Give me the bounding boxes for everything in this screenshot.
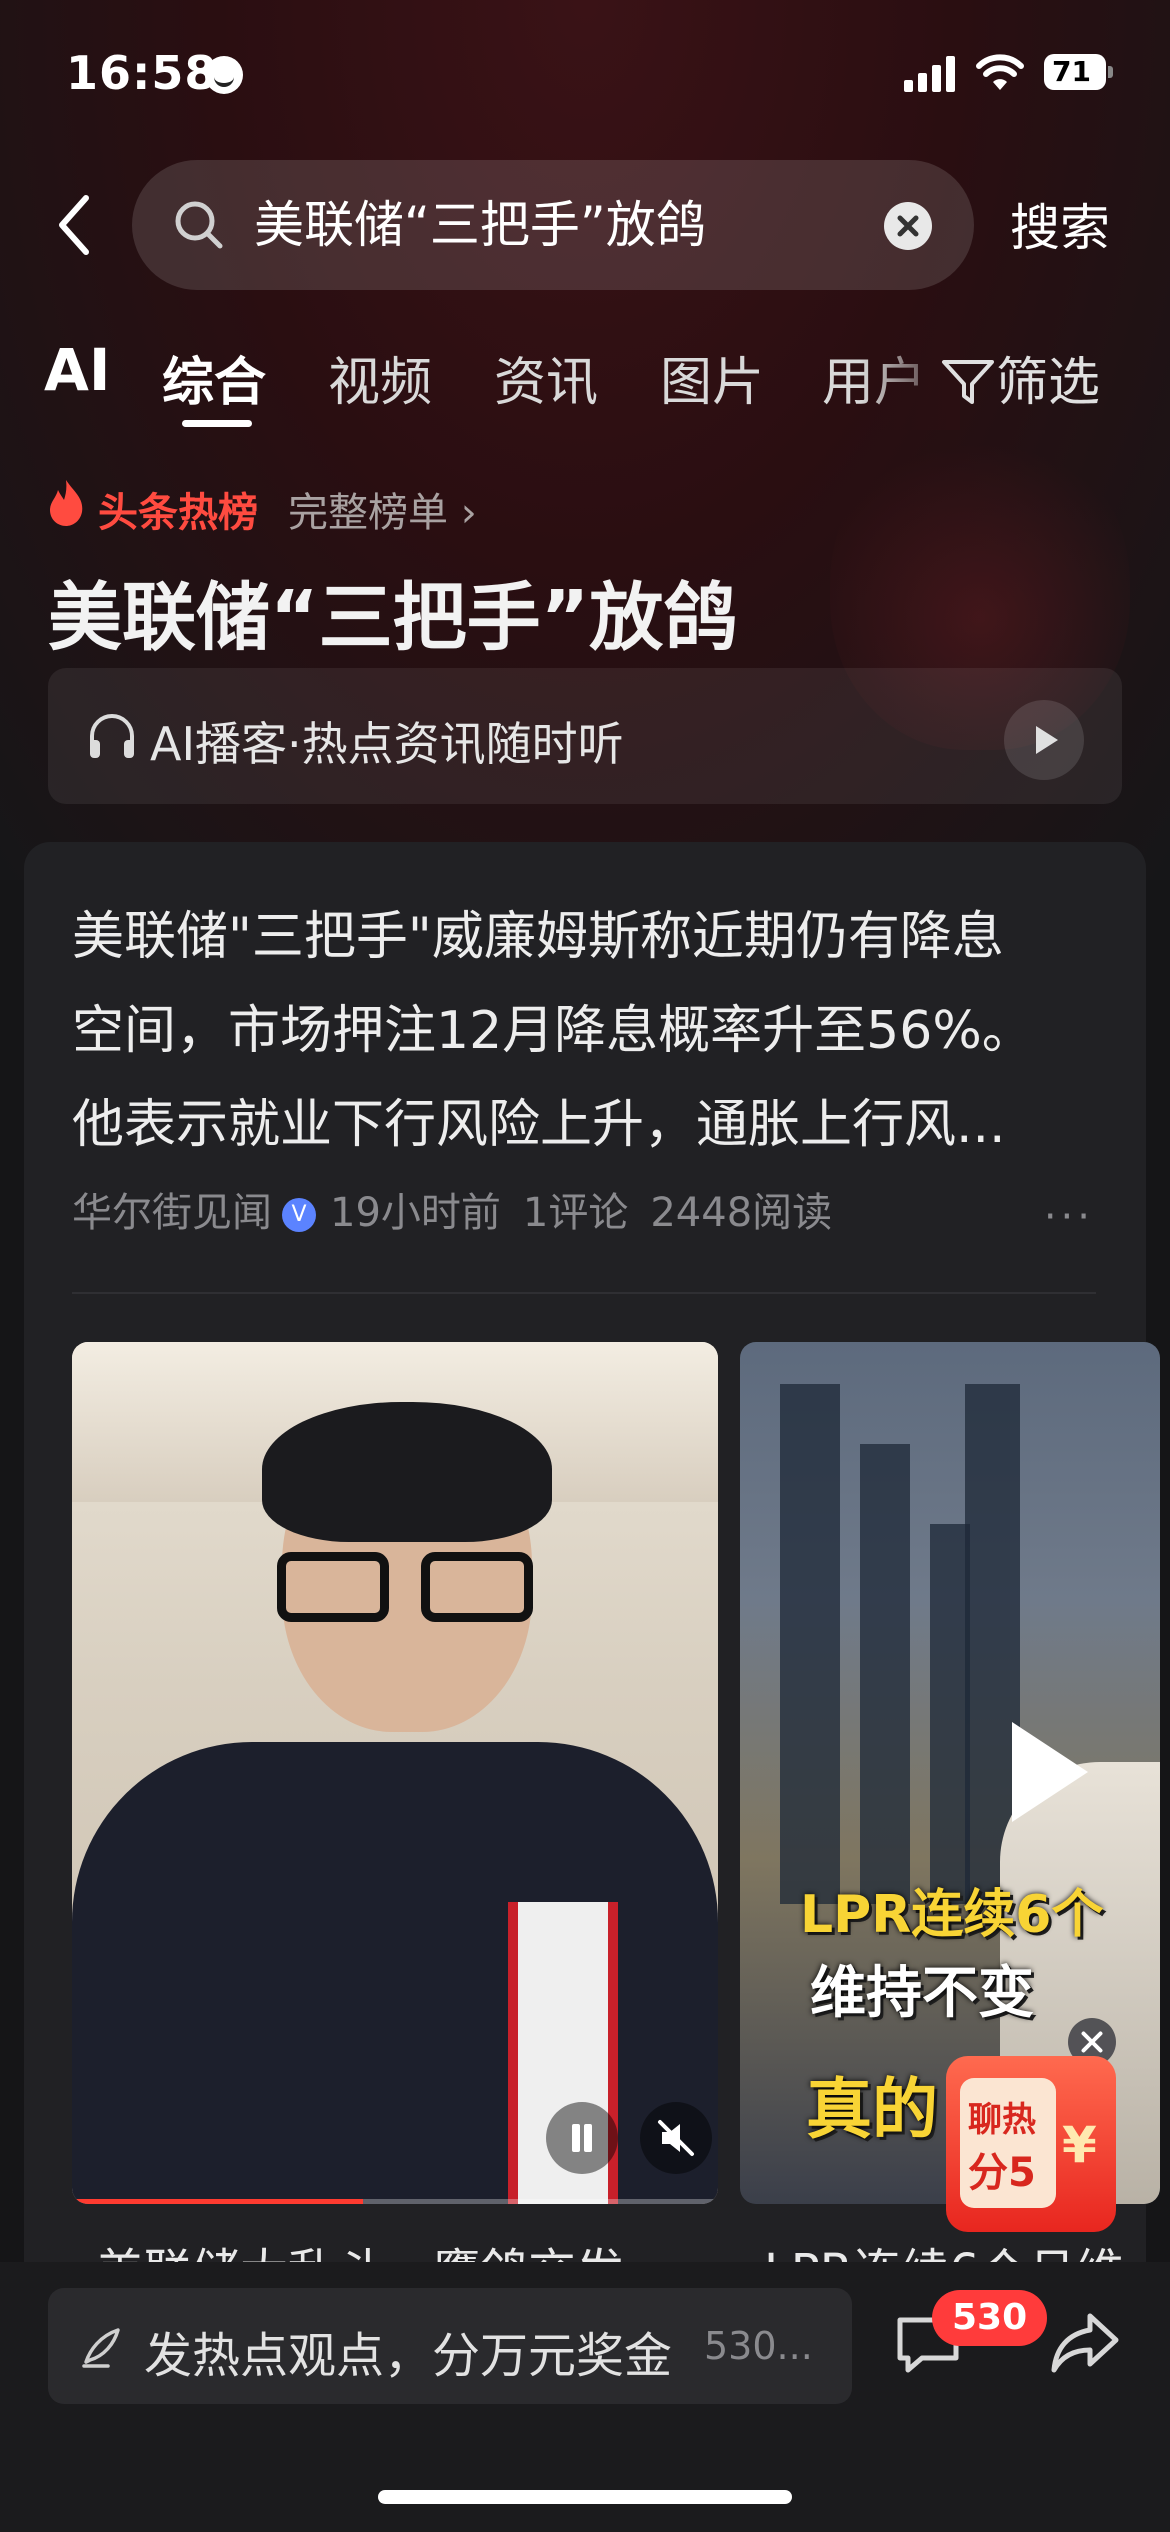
- battery-indicator: 71: [1044, 54, 1113, 90]
- clear-search-icon[interactable]: [884, 202, 932, 250]
- tab-comprehensive[interactable]: 综合: [162, 340, 266, 415]
- promo-text: 聊热: [968, 2100, 1036, 2140]
- hot-topic-title: 美联储“三把手”放鸽: [48, 575, 738, 661]
- promo-text: 分5: [968, 2150, 1036, 2196]
- article-source[interactable]: 华尔街见闻: [72, 1190, 272, 1236]
- video-caption: 真的: [806, 2071, 938, 2148]
- verified-badge: V: [282, 1198, 316, 1232]
- article-line: 他表示就业下行风险上升，通胀上行风...: [72, 1095, 1006, 1155]
- search-input[interactable]: 美联储“三把手”放鸽: [132, 160, 974, 290]
- comment-count-preview: 530...: [704, 2324, 813, 2368]
- video-caption: 维持不变: [810, 1961, 1034, 2026]
- yen-icon: ¥: [1062, 2116, 1097, 2174]
- building: [930, 1524, 970, 1904]
- cellular-signal-icon: [904, 56, 958, 92]
- full-ranking-link[interactable]: 完整榜单 ›: [288, 480, 477, 538]
- article-line: 空间，市场押注12月降息概率升至56%。: [72, 1001, 1034, 1061]
- active-tab-indicator: [182, 420, 252, 427]
- status-bar: 16:58 71: [0, 0, 1170, 140]
- smiley-icon: [205, 56, 243, 94]
- pen-icon: [82, 2328, 120, 2368]
- home-indicator: [378, 2490, 792, 2504]
- comment-badge: 530: [932, 2290, 1048, 2346]
- filter-button[interactable]: 筛选: [940, 340, 1100, 415]
- filter-icon: [942, 360, 994, 404]
- article-meta: 华尔街见闻 V 19小时前 1评论 2448阅读: [72, 1180, 832, 1236]
- article-line: 美联储"三把手"威廉姆斯称近期仍有降息: [72, 907, 1004, 967]
- mute-icon[interactable]: [640, 2102, 712, 2174]
- play-icon[interactable]: [1012, 1722, 1088, 1822]
- article-snippet[interactable]: 美联储"三把手"威廉姆斯称近期仍有降息 空间，市场押注12月降息概率升至56%。…: [72, 890, 1112, 1172]
- building: [780, 1384, 840, 1904]
- hot-list-label[interactable]: 头条热榜: [98, 480, 258, 538]
- ai-podcast-bar[interactable]: AI播客·热点资讯随时听: [48, 668, 1122, 804]
- search-button[interactable]: 搜索: [1010, 188, 1110, 260]
- search-query: 美联储“三把手”放鸽: [254, 196, 706, 254]
- article-reads: 2448阅读: [650, 1190, 833, 1236]
- share-icon[interactable]: [1048, 2306, 1122, 2380]
- back-arrow-icon[interactable]: [50, 190, 110, 260]
- fire-icon: [50, 480, 83, 526]
- more-options-icon[interactable]: ···: [1044, 1194, 1094, 1240]
- tab-video[interactable]: 视频: [328, 340, 432, 415]
- red-packet-promo[interactable]: 聊热 分5 ¥: [946, 2056, 1116, 2232]
- divider: [72, 1292, 1096, 1294]
- person-hair: [262, 1402, 552, 1542]
- video-progress-fill: [72, 2199, 363, 2204]
- tab-ai[interactable]: AI: [44, 336, 110, 404]
- search-tabs: AI 综合 视频 资讯 图片 用户 筛选: [0, 330, 1170, 430]
- article-time: 19小时前: [330, 1190, 501, 1236]
- glasses: [277, 1552, 537, 1622]
- filter-label: 筛选: [996, 353, 1101, 413]
- tab-news[interactable]: 资讯: [494, 340, 598, 415]
- video-progress-bar[interactable]: [72, 2199, 718, 2204]
- person-body: [72, 1742, 718, 2204]
- search-icon: [175, 201, 223, 249]
- play-icon: [1036, 726, 1058, 754]
- status-time: 16:58: [66, 46, 218, 100]
- wifi-icon: [976, 54, 1024, 90]
- comment-placeholder: 发热点观点，分万元奖金: [144, 2328, 673, 2384]
- headphones-icon: [90, 714, 134, 758]
- article-comments: 1评论: [522, 1190, 629, 1236]
- video-thumbnail[interactable]: [72, 1342, 718, 2204]
- podcast-play-button[interactable]: [1004, 700, 1084, 780]
- video-caption: LPR连续6个: [800, 1885, 1104, 1945]
- pause-icon[interactable]: [546, 2102, 618, 2174]
- tab-images[interactable]: 图片: [660, 340, 764, 415]
- ai-podcast-label: AI播客·热点资讯随时听: [150, 717, 624, 771]
- comment-input[interactable]: 发热点观点，分万元奖金 530...: [48, 2288, 852, 2404]
- building: [860, 1444, 910, 1904]
